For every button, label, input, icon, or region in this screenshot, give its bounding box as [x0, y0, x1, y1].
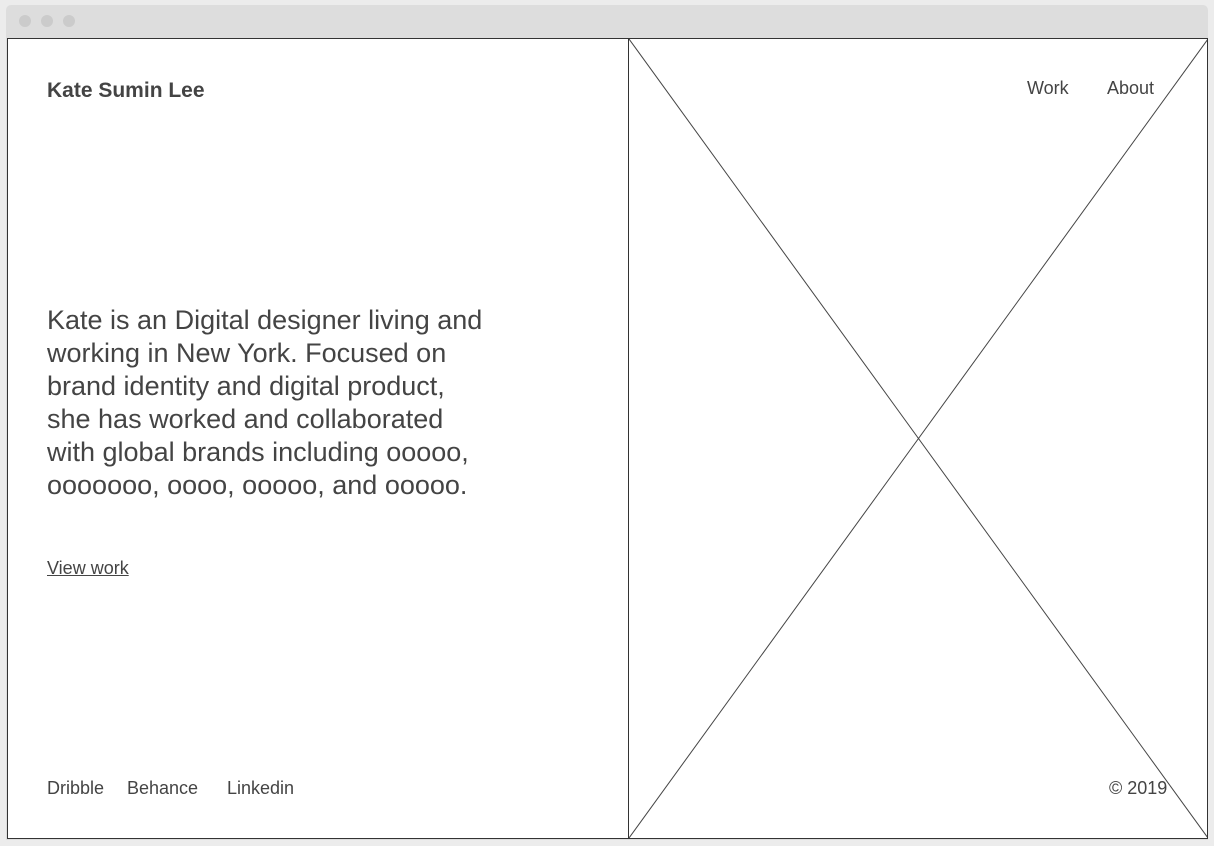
- copyright-text: © 2019: [1109, 778, 1168, 798]
- view-work-link[interactable]: View work: [47, 558, 129, 579]
- window-minimize-icon[interactable]: [41, 15, 53, 27]
- page-viewport: Kate Sumin Lee Kate is an Digital design…: [7, 38, 1208, 839]
- hero-image-placeholder: Work About © 2019: [628, 39, 1207, 838]
- image-placeholder-cross-icon: [629, 39, 1207, 838]
- window-close-icon[interactable]: [19, 15, 31, 27]
- window-maximize-icon[interactable]: [63, 15, 75, 27]
- nav-item-about[interactable]: About: [1107, 78, 1154, 99]
- social-link-behance[interactable]: Behance: [127, 778, 198, 799]
- social-link-linkedin[interactable]: Linkedin: [227, 778, 294, 799]
- social-link-dribble[interactable]: Dribble: [47, 778, 104, 799]
- nav-item-work[interactable]: Work: [1027, 78, 1069, 99]
- bio-text: Kate is an Digital designer living and w…: [47, 305, 483, 500]
- browser-titlebar: [6, 5, 1208, 38]
- site-title[interactable]: Kate Sumin Lee: [47, 79, 205, 103]
- left-pane: Kate Sumin Lee Kate is an Digital design…: [8, 39, 628, 838]
